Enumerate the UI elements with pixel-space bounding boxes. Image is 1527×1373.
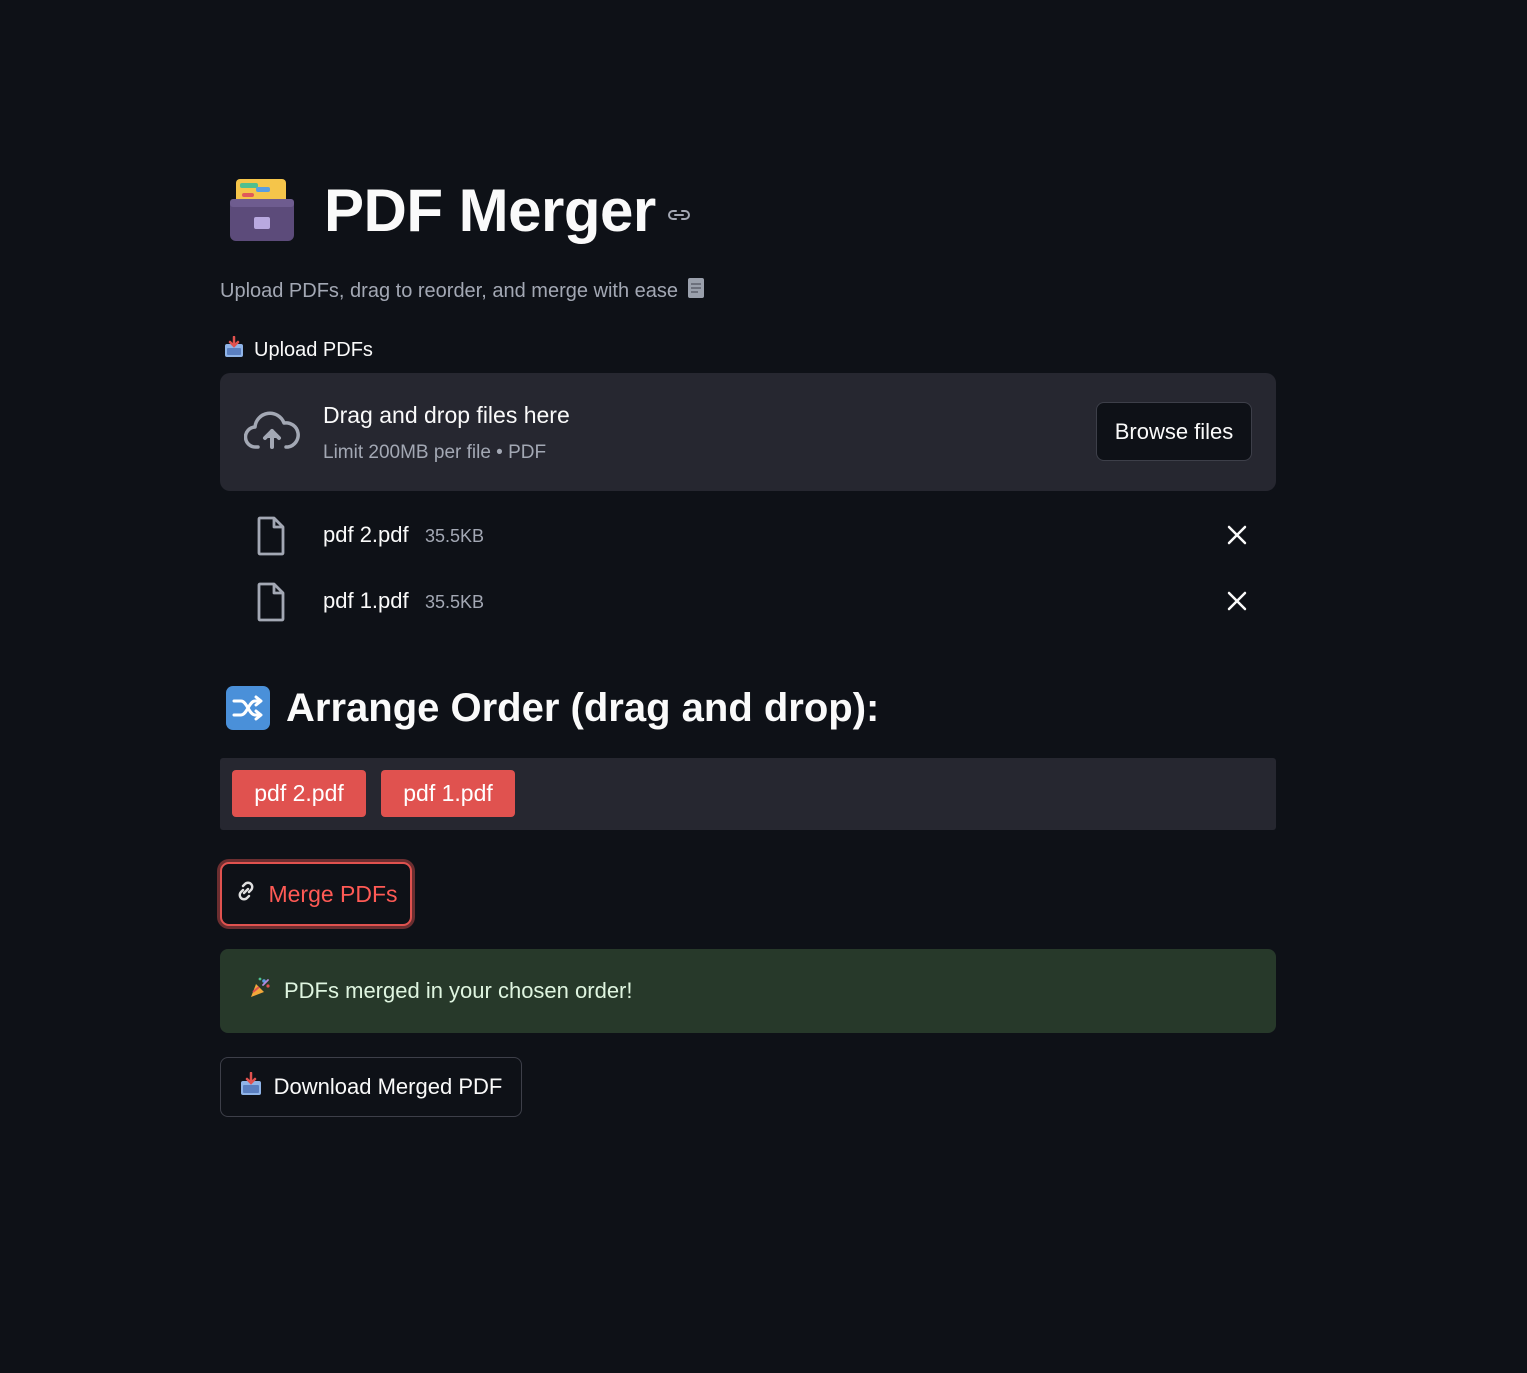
app-page: PDF Merger Upload PDFs, drag to reorder,…: [0, 0, 1527, 1373]
merge-button-label: Merge PDFs: [268, 880, 398, 907]
sortable-list: pdf 2.pdf pdf 1.pdf: [220, 758, 1276, 830]
sortable-item[interactable]: pdf 2.pdf: [232, 770, 366, 817]
page-title: PDF Merger: [324, 176, 656, 244]
file-name: pdf 1.pdf: [323, 588, 409, 613]
download-button-label: Download Merged PDF: [273, 1074, 503, 1099]
file-name: pdf 2.pdf: [323, 522, 409, 547]
subtitle-text: Upload PDFs, drag to reorder, and merge …: [220, 279, 679, 302]
anchor-link-icon[interactable]: [666, 205, 692, 225]
uploaded-file-row: pdf 1.pdf 35.5KB: [220, 578, 1276, 628]
file-size: 35.5KB: [425, 526, 485, 546]
file-size: 35.5KB: [425, 592, 485, 612]
remove-file-icon[interactable]: [1226, 524, 1248, 546]
dropzone-limit: Limit 200MB per file • PDF: [323, 442, 547, 463]
link-icon: [234, 879, 258, 909]
file-icon: [256, 582, 286, 622]
arrange-heading-row: Arrange Order (drag and drop):: [226, 682, 879, 734]
arrange-heading: Arrange Order (drag and drop):: [286, 685, 880, 730]
card-file-box-icon: [226, 177, 298, 243]
inbox-tray-icon: [224, 335, 244, 364]
remove-file-icon[interactable]: [1226, 590, 1248, 612]
file-icon: [256, 516, 286, 556]
inbox-tray-icon: [240, 1071, 262, 1102]
uploader-label-text: Upload PDFs: [254, 338, 373, 361]
cloud-upload-icon: [243, 409, 300, 455]
success-alert: PDFs merged in your chosen order!: [220, 949, 1276, 1033]
success-message: PDFs merged in your chosen order!: [284, 978, 633, 1003]
browse-files-button[interactable]: Browse files: [1096, 402, 1252, 461]
page-subtitle: Upload PDFs, drag to reorder, and merge …: [220, 276, 706, 306]
sortable-item[interactable]: pdf 1.pdf: [381, 770, 515, 817]
uploader-label: Upload PDFs: [224, 335, 373, 364]
download-merged-pdf-button[interactable]: Download Merged PDF: [220, 1057, 522, 1117]
page-title-row: PDF Merger: [226, 172, 692, 248]
shuffle-icon: [226, 686, 270, 730]
party-popper-icon: [248, 976, 272, 1006]
dropzone-instructions: Drag and drop files here: [323, 402, 570, 428]
uploaded-file-row: pdf 2.pdf 35.5KB: [220, 512, 1276, 562]
page-facing-up-icon: [686, 276, 706, 306]
merge-pdfs-button[interactable]: Merge PDFs: [220, 862, 412, 926]
file-dropzone[interactable]: Drag and drop files here Limit 200MB per…: [220, 373, 1276, 491]
